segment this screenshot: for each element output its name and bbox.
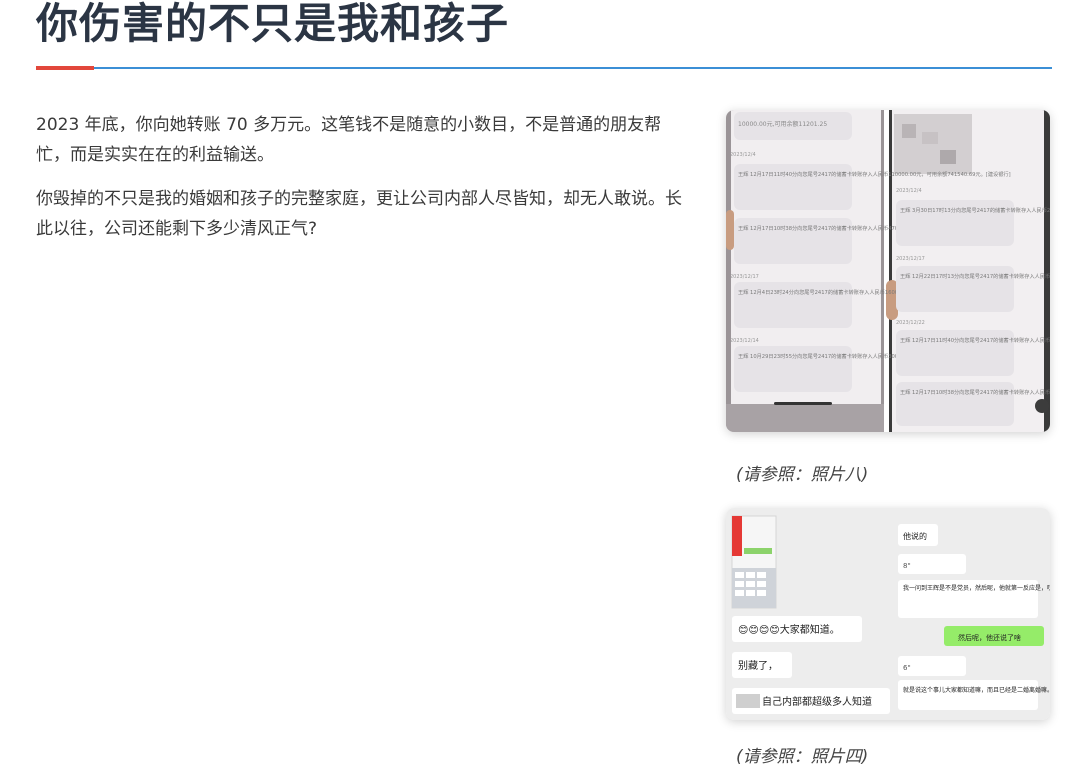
paragraph-2: 你毁掉的不只是我的婚姻和孩子的完整家庭，更让公司内部人尽皆知，却无人敢说。长此以… [36, 189, 682, 239]
sms-right-date-3: 2023/12/22 [896, 320, 925, 326]
chat-right-2: 我一问到王辉是不是党员，然后呢，他就第一反应是，哎，他跟那个谁，就是他说到了周 [903, 584, 1050, 592]
chat-left-1: 😊😊😊😊大家都知道。 [738, 623, 840, 636]
voice-message-1: 8" [903, 562, 911, 570]
sms-left-date-2: 2023/12/17 [730, 274, 759, 280]
sms-right-date-2: 2023/12/17 [896, 256, 925, 262]
chat-left-3: 自己内部都超级多人知道 [762, 695, 872, 708]
photo-four-image: 😊😊😊😊大家都知道。 别藏了， 自己内部都超级多人知道 他说的 8" 我一问到王… [726, 508, 1050, 720]
title-divider-accent [36, 66, 94, 70]
sms-right-3: 王辉 12月17日11时40分向您尾号2417的储蓄卡转账存入人民币110000… [900, 336, 1050, 344]
page-title: 你伤害的不只是我和孩子 [36, 0, 510, 48]
photo-eight[interactable]: 10000.00元,可用余额11201.25 2023/12/4 王辉 12月1… [726, 110, 1050, 432]
chat-right-3: 然后呢，他还说了啥 [958, 633, 1021, 642]
article-body: 2023 年底，你向她转账 70 多万元。这笔钱不是随意的小数目，不是普通的朋友… [36, 110, 692, 258]
chat-right-4: 就是说这个事儿大家都知道嘛，而且已经是二婚离婚嘛。 [903, 686, 1050, 694]
chat-right-1: 他说的 [903, 531, 927, 541]
title-divider [36, 67, 1052, 69]
voice-message-2: 6" [903, 664, 911, 672]
sms-right-date-1: 2023/12/4 [896, 188, 922, 194]
photo-eight-image: 10000.00元,可用余额11201.25 2023/12/4 王辉 12月1… [726, 110, 1050, 432]
photo-four-caption: (请参照：照片四) [736, 747, 869, 767]
sms-right-4: 王辉 12月17日10时38分向您尾号2417的储蓄卡转账存入人民币470000… [900, 388, 1050, 396]
svg-text:10000.00元,可用余额11201.25: 10000.00元,可用余额11201.25 [738, 120, 827, 128]
sms-left-date-1: 2023/12/4 [730, 152, 756, 158]
sms-right-2: 王辉 12月22日17时13分向您尾号2417的储蓄卡转账存入人民币10000.… [900, 272, 1050, 280]
chat-left-2: 别藏了， [738, 660, 778, 672]
photo-four[interactable]: 😊😊😊😊大家都知道。 别藏了， 自己内部都超级多人知道 他说的 8" 我一问到王… [726, 508, 1050, 720]
paragraph-1: 2023 年底，你向她转账 70 多万元。这笔钱不是随意的小数目，不是普通的朋友… [36, 115, 662, 165]
sms-left-date-3: 2023/12/14 [730, 338, 759, 344]
sms-left-1: 王辉 12月17日11时40分向您尾号2417的储蓄卡转账存入人民币110000… [738, 170, 1011, 178]
thumbnail-screenshot [731, 515, 777, 609]
photo-eight-caption: (请参照：照片八) [736, 465, 869, 485]
sms-right-1: 王辉 3月30日17时13分向您尾号2417的储蓄卡转账存入人民币2000.00… [900, 206, 1050, 214]
